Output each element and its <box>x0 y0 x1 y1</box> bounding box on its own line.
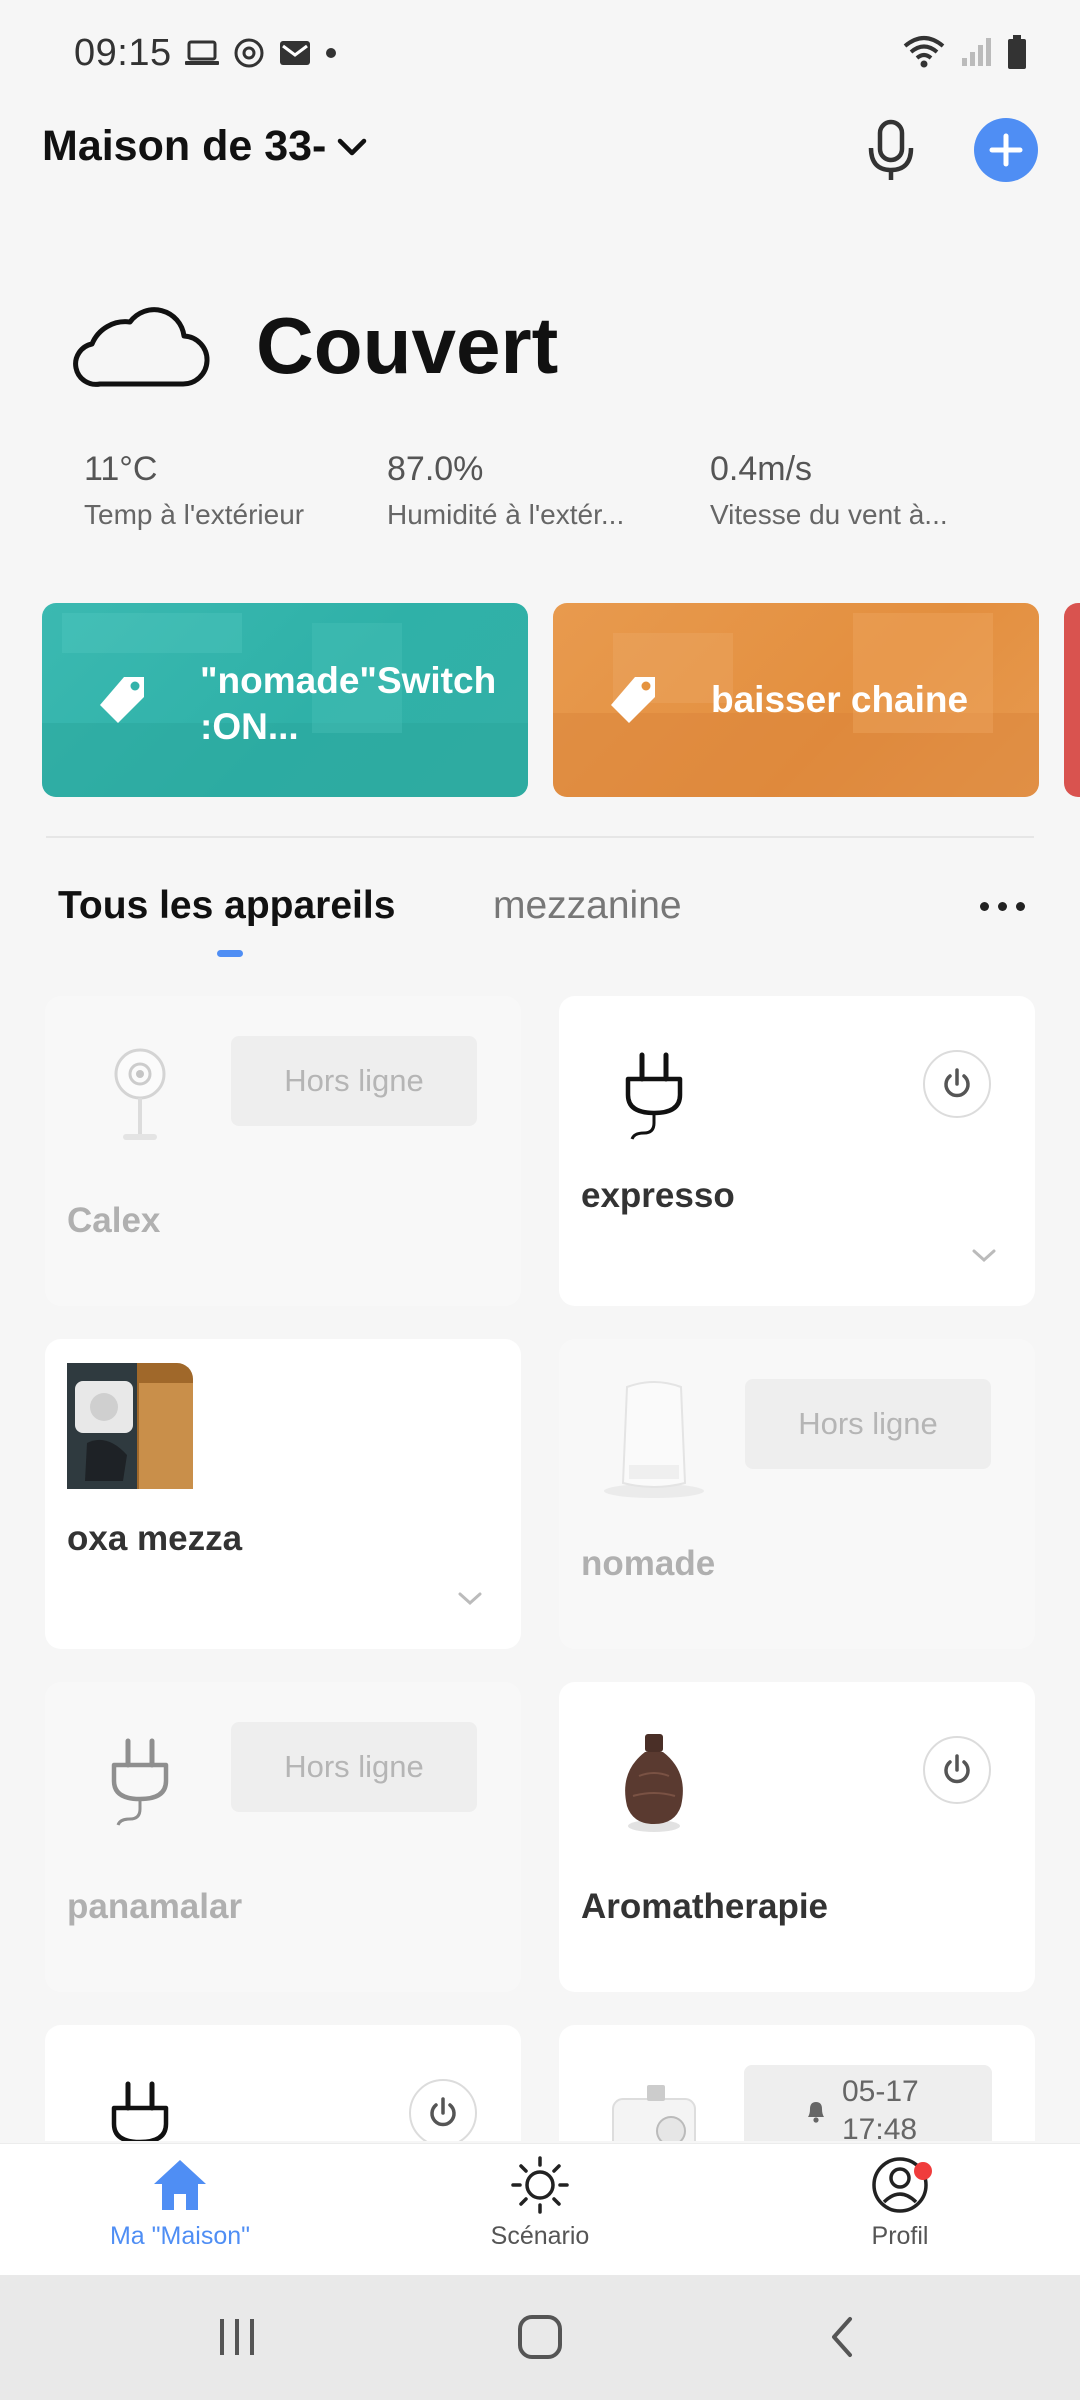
sync-icon <box>234 38 264 68</box>
add-device-button[interactable] <box>974 118 1038 182</box>
status-time: 09:15 <box>74 32 172 74</box>
humidifier-icon <box>589 1373 719 1503</box>
power-button[interactable] <box>409 2079 477 2141</box>
camera-icon <box>75 1030 205 1160</box>
status-icons-right <box>902 34 1028 70</box>
device-name: panamalar <box>67 1887 243 1926</box>
recent-apps-icon[interactable] <box>214 2313 260 2361</box>
plug-icon <box>75 2059 205 2141</box>
chevron-down-icon[interactable] <box>971 1248 997 1264</box>
scene-card-baisser-chaine[interactable]: baisser chaine <box>553 603 1039 797</box>
back-icon[interactable] <box>824 2313 860 2361</box>
plus-icon <box>989 133 1023 167</box>
mail-icon <box>280 41 310 65</box>
more-horizontal-icon[interactable] <box>980 894 1038 918</box>
nav-label: Profil <box>871 2222 929 2250</box>
diffuser-icon <box>589 1716 719 1846</box>
tab-all-devices[interactable]: Tous les appareils <box>58 884 395 928</box>
wifi-icon <box>903 36 945 68</box>
stat-value: 87.0% <box>387 450 484 488</box>
stat-value: 11°C <box>84 450 158 488</box>
device-card-oxa-mezza[interactable]: oxa mezza <box>45 1339 521 1649</box>
offline-badge: Hors ligne <box>231 1722 477 1812</box>
stat-label: Vitesse du vent à... <box>710 499 948 530</box>
stat-value: 0.4m/s <box>710 450 813 488</box>
sun-icon <box>511 2156 569 2214</box>
weather-condition: Couvert <box>256 301 559 390</box>
stat-humidity: 87.0% Humidité à l'extér... <box>387 450 624 531</box>
plug-icon <box>589 1030 719 1160</box>
device-card-plug[interactable] <box>45 2025 521 2141</box>
device-name: oxa mezza <box>67 1519 243 1558</box>
home-button-icon[interactable] <box>516 2313 564 2361</box>
home-name: Maison de 33- <box>42 122 327 170</box>
tab-mezzanine[interactable]: mezzanine <box>493 884 682 928</box>
device-card-expresso[interactable]: expresso <box>559 996 1035 1306</box>
device-card-scheduled[interactable]: 05-17 17:48 <box>559 2025 1035 2141</box>
scene-label: "nomade"Switch :ON... <box>200 658 496 750</box>
battery-icon <box>1008 35 1026 69</box>
socket-photo-icon <box>67 1363 193 1489</box>
lamp-icon <box>589 2059 719 2141</box>
chevron-down-icon <box>338 138 367 155</box>
schedule-badge: 05-17 17:48 <box>744 2065 992 2141</box>
microphone-icon <box>868 119 914 180</box>
device-card-calex[interactable]: Hors ligne Calex <box>45 996 521 1306</box>
tag-icon <box>605 673 661 734</box>
scene-label-line1: "nomade"Switch <box>200 660 497 701</box>
device-card-nomade[interactable]: Hors ligne nomade <box>559 1339 1035 1649</box>
power-icon <box>944 1754 970 1784</box>
nav-scenario[interactable]: Scénario <box>440 2156 640 2251</box>
home-icon <box>154 2160 206 2210</box>
power-button[interactable] <box>923 1736 991 1804</box>
offline-badge: Hors ligne <box>231 1036 477 1126</box>
device-name: nomade <box>581 1544 716 1583</box>
weather-widget[interactable] <box>62 300 212 395</box>
status-bar: 09:15 <box>0 0 1080 110</box>
system-nav-bar <box>0 2275 1080 2400</box>
plug-icon <box>75 1716 205 1846</box>
power-button[interactable] <box>923 1050 991 1118</box>
device-name: Calex <box>67 1201 161 1240</box>
scene-label-line2: :ON... <box>200 706 299 747</box>
nav-label: Ma "Maison" <box>109 2222 250 2250</box>
stat-label: Temp à l'extérieur <box>84 499 305 530</box>
bottom-nav: Ma "Maison" Scénario Profil <box>0 2143 1080 2275</box>
signal-icon <box>962 38 991 66</box>
tag-icon <box>94 673 150 734</box>
scene-label: baisser chaine <box>711 679 969 720</box>
divider <box>46 836 1034 838</box>
power-icon <box>430 2097 456 2127</box>
device-card-panamalar[interactable]: Hors ligne panamalar <box>45 1682 521 1992</box>
scene-card-partial[interactable] <box>1064 603 1080 797</box>
nav-profile[interactable]: Profil <box>800 2156 1000 2251</box>
status-icons-left <box>184 36 338 70</box>
cloud-icon <box>73 307 210 387</box>
laptop-icon <box>185 40 219 65</box>
voice-button[interactable] <box>860 118 922 184</box>
notification-dot <box>914 2162 932 2180</box>
schedule-datetime: 05-17 17:48 <box>842 2073 919 2141</box>
offline-badge: Hors ligne <box>745 1379 991 1469</box>
nav-home[interactable]: Ma "Maison" <box>80 2156 280 2251</box>
tab-indicator <box>217 950 243 957</box>
device-grid: Hors ligne Calex expresso oxa mezza Hors… <box>45 996 1035 2141</box>
power-icon <box>944 1068 970 1098</box>
home-selector[interactable]: Maison de 33- <box>42 122 368 171</box>
scene-card-nomade-switch[interactable]: "nomade"Switch :ON... <box>42 603 528 797</box>
device-card-aromatherapie[interactable]: Aromatherapie <box>559 1682 1035 1992</box>
dot-icon <box>326 48 336 58</box>
bell-icon <box>808 2102 824 2123</box>
stat-temperature: 11°C Temp à l'extérieur <box>84 450 304 531</box>
stat-wind: 0.4m/s Vitesse du vent à... <box>710 450 948 531</box>
nav-label: Scénario <box>490 2222 590 2250</box>
stat-label: Humidité à l'extér... <box>387 499 625 530</box>
device-name: Aromatherapie <box>581 1887 829 1926</box>
schedule-date: 05-17 <box>842 2075 919 2108</box>
device-name: expresso <box>581 1176 735 1215</box>
schedule-time: 17:48 <box>842 2113 918 2141</box>
chevron-down-icon[interactable] <box>457 1591 483 1607</box>
